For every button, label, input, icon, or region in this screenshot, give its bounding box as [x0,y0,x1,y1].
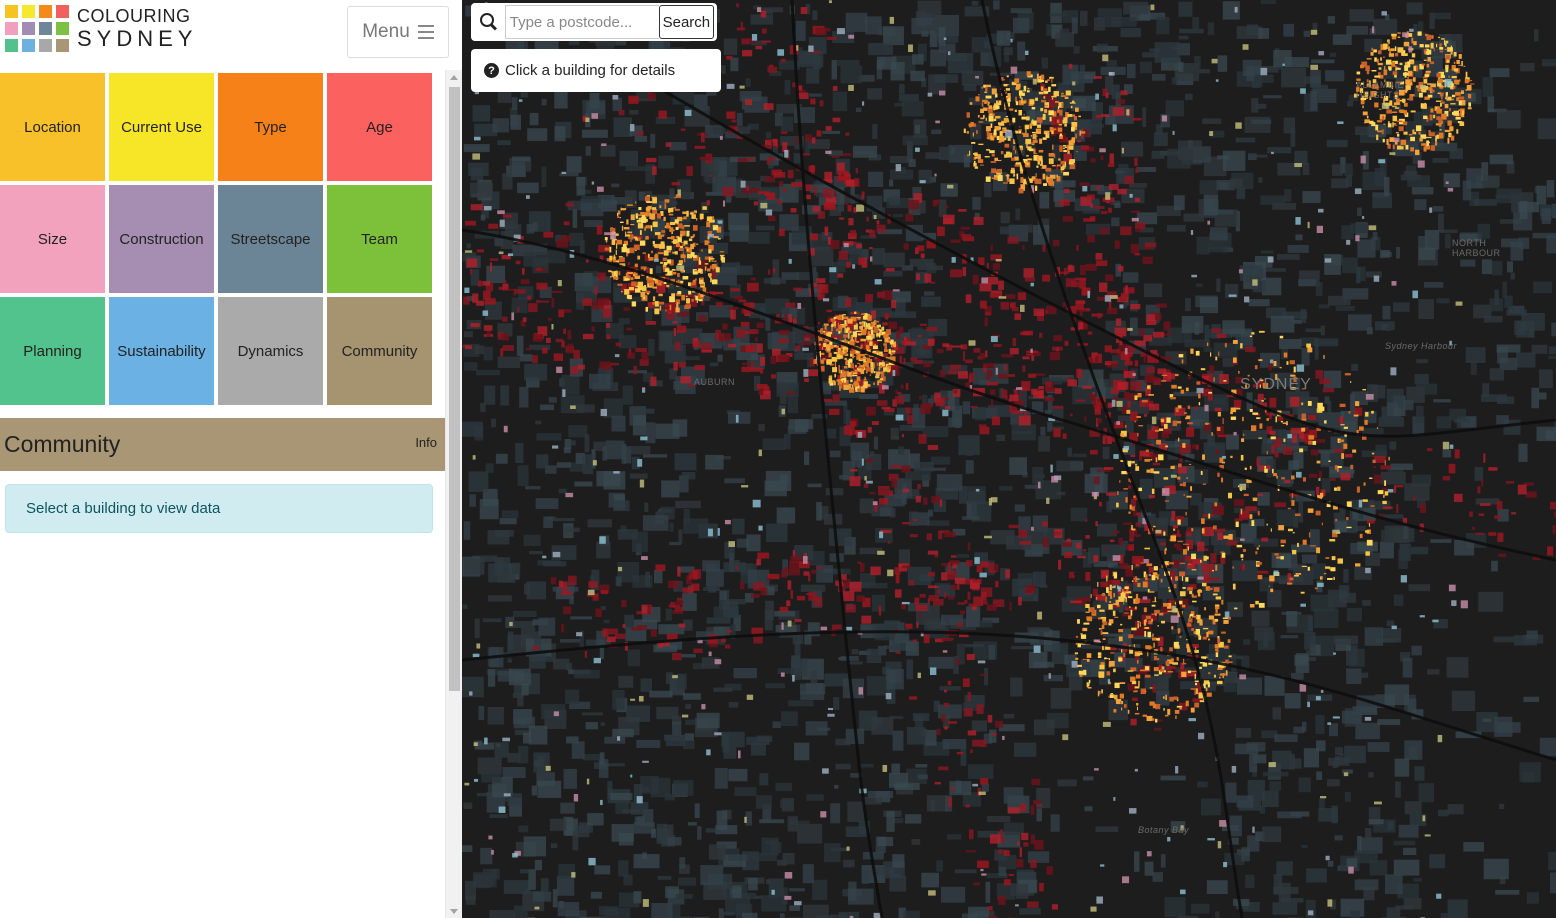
category-size[interactable]: Size [0,185,105,293]
app-header: COLOURING SYDNEY Menu [0,0,462,70]
logo-square [39,39,52,52]
map-label-harbour: Sydney Harbour [1385,341,1458,351]
logo-line1: COLOURING [77,6,191,26]
logo-line2: SYDNEY [77,26,198,51]
notice-text: Select a building to view data [26,500,221,517]
map-label-sydney: SYDNEY [1240,376,1312,393]
colouring-sydney-logo[interactable]: COLOURING SYDNEY [5,5,197,52]
scroll-down-icon[interactable] [450,909,458,914]
logo-square [56,5,69,18]
section-title: Community [4,431,121,457]
search-button[interactable]: Search [658,5,714,39]
logo-square [5,5,18,18]
logo-square [5,39,18,52]
category-age[interactable]: Age [327,73,432,181]
category-streetscape[interactable]: Streetscape [218,185,323,293]
logo-squares-icon [5,5,69,52]
logo-square [39,22,52,35]
map-label-auburn: AUBURN [694,377,736,387]
map-canvas[interactable]: SYDNEY Sydney Harbour NORTH HARBOUR Bota… [462,0,1556,918]
logo-square [22,39,35,52]
category-location[interactable]: Location [0,73,105,181]
logo-square [5,22,18,35]
map-tiles[interactable] [462,0,1556,918]
scroll-thumb[interactable] [449,87,460,691]
category-team[interactable]: Team [327,185,432,293]
select-building-notice: Select a building to view data [5,484,433,533]
logo-square [22,22,35,35]
question-circle-icon: ? [484,63,499,78]
map-label-allambie: ALLAMBIE HEIGHTS [1356,80,1405,100]
category-grid: Location Current Use Type Age Size Constructi… [0,73,444,405]
search-icon [479,12,499,32]
postcode-input[interactable] [504,5,659,39]
category-sustainability[interactable]: Sustainability [109,297,214,405]
sidebar: Location Current Use Type Age Size Constructi… [0,70,462,918]
hamburger-icon [417,25,434,39]
category-dynamics[interactable]: Dynamics [218,297,323,405]
logo-square [39,5,52,18]
info-link[interactable]: Info [415,435,437,450]
menu-label: Menu [362,21,410,42]
section-header: Community Info [0,418,445,471]
logo-square [56,22,69,35]
postcode-search: Search [471,3,717,41]
category-construction[interactable]: Construction [109,185,214,293]
category-community[interactable]: Community [327,297,432,405]
category-current-use[interactable]: Current Use [109,73,214,181]
hint-text: Click a building for details [505,62,676,79]
category-planning[interactable]: Planning [0,297,105,405]
click-hint: ? Click a building for details [471,49,721,92]
scroll-up-icon[interactable] [450,75,458,80]
menu-button[interactable]: Menu [347,6,449,58]
map-label-north-harbour: NORTH HARBOUR [1452,238,1501,258]
sidebar-scrollbar[interactable] [445,70,462,918]
logo-square [56,39,69,52]
logo-square [22,5,35,18]
map-label-botany-bay: Botany Bay [1138,825,1190,835]
category-type[interactable]: Type [218,73,323,181]
